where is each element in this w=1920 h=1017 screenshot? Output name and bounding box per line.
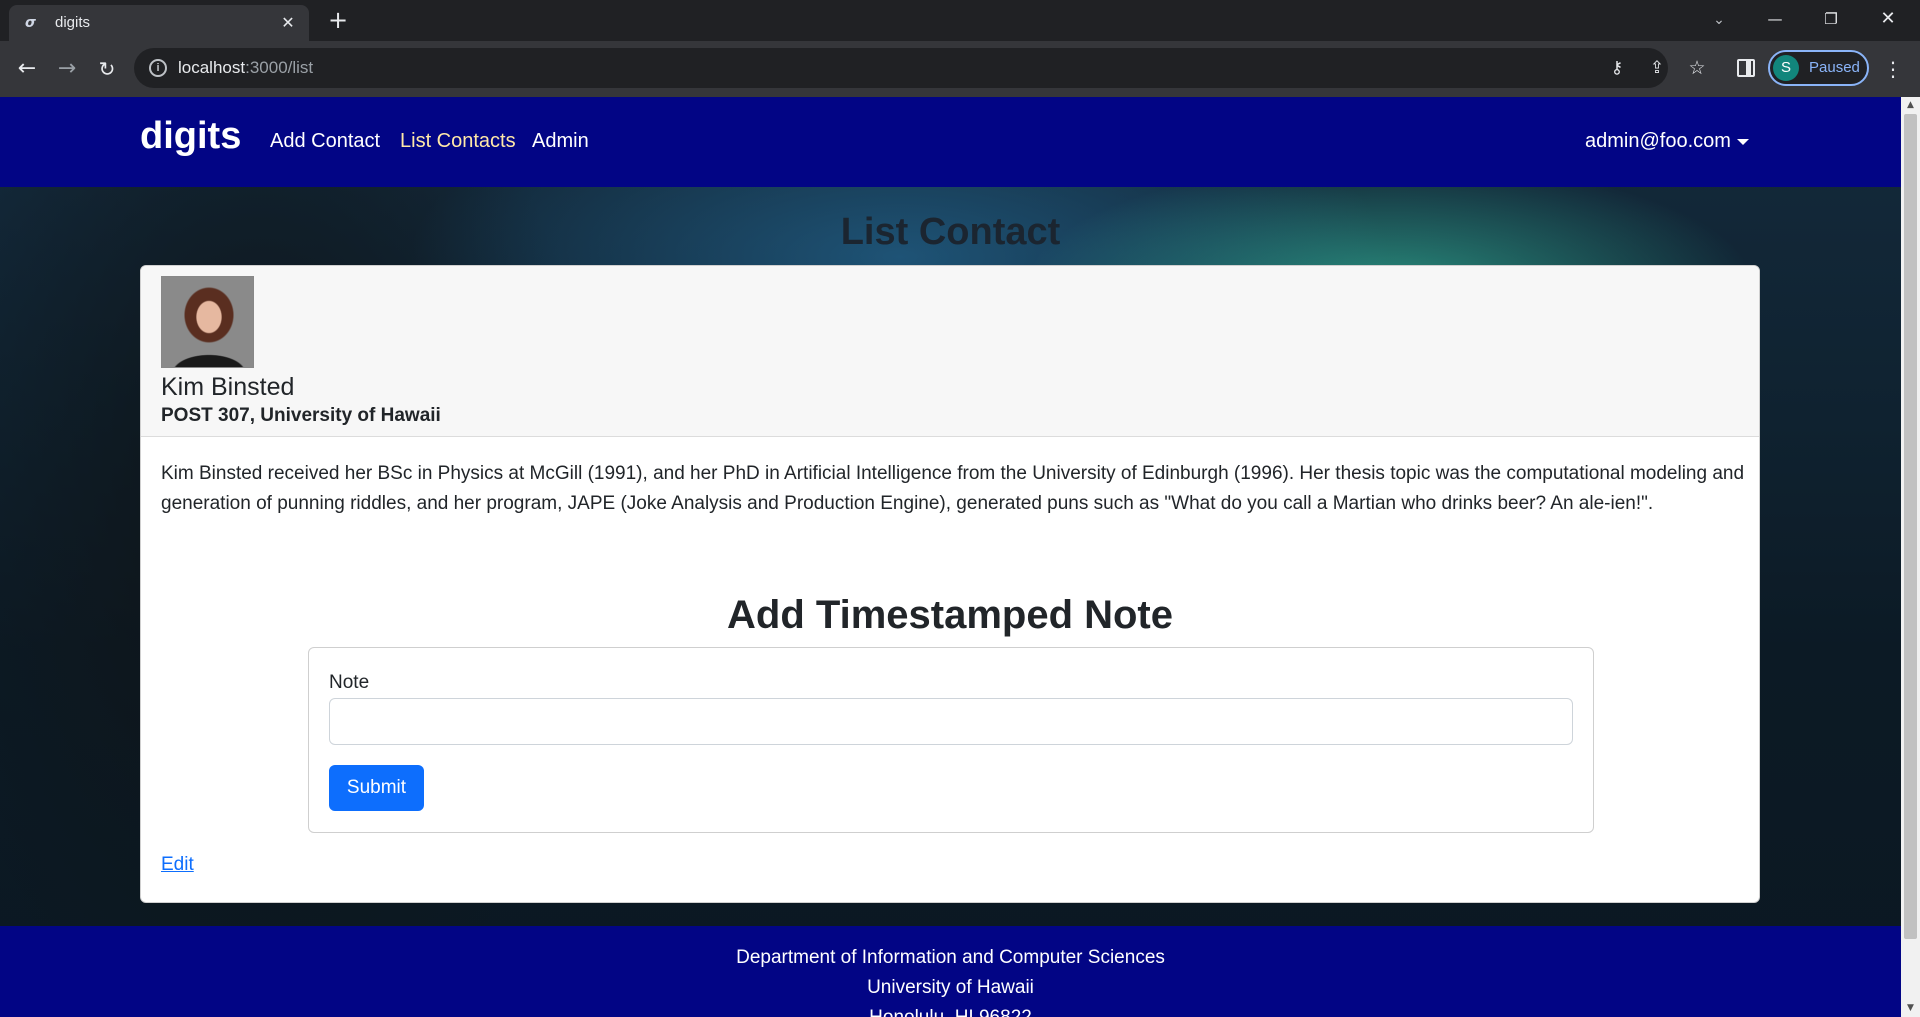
scrollbar-thumb[interactable] <box>1904 114 1917 939</box>
kebab-menu-icon[interactable]: ⋮ <box>1880 55 1906 83</box>
key-icon[interactable]: ⚷ <box>1605 57 1629 79</box>
contact-description: Kim Binsted received her BSc in Physics … <box>161 463 1745 514</box>
user-dropdown[interactable]: admin@foo.com <box>1585 129 1749 153</box>
plus-icon[interactable]: + <box>325 7 351 33</box>
share-icon[interactable]: ⇪ <box>1645 57 1669 79</box>
forward-arrow-icon[interactable]: → <box>53 55 81 83</box>
caret-down-icon <box>1736 138 1749 145</box>
browser-tab[interactable]: σ digits ✕ <box>9 5 309 41</box>
scroll-down-icon[interactable]: ▼ <box>1901 1000 1920 1017</box>
browser-toolbar: ← → ↻ i localhost:3000/list ⚷ ⇪ ☆ S Paus… <box>0 41 1920 97</box>
reload-icon[interactable]: ↻ <box>93 55 121 83</box>
submit-button[interactable]: Submit <box>329 765 424 811</box>
nav-add-contact[interactable]: Add Contact <box>270 129 380 153</box>
profile-button[interactable]: S Paused <box>1768 50 1869 86</box>
footer-university: University of Hawaii <box>867 977 1034 998</box>
side-panel-icon[interactable] <box>1737 59 1755 77</box>
brand-logo[interactable]: digits <box>140 113 241 159</box>
app-navbar: digits Add Contact List Contacts Admin a… <box>0 97 1901 187</box>
contact-card: Kim Binsted POST 307, University of Hawa… <box>140 265 1760 903</box>
back-arrow-icon[interactable]: ← <box>13 55 41 83</box>
note-form: Note Submit <box>308 647 1594 833</box>
page-title: List Contact <box>840 211 1061 253</box>
contact-photo <box>161 276 254 368</box>
tab-title: digits <box>55 14 91 31</box>
note-label: Note <box>329 672 370 693</box>
nav-list-contacts[interactable]: List Contacts <box>400 129 516 153</box>
chevron-down-icon[interactable]: ⌄ <box>1707 8 1731 32</box>
nav-admin[interactable]: Admin <box>532 129 589 153</box>
page-footer: Department of Information and Computer S… <box>0 926 1901 1017</box>
scroll-up-icon[interactable]: ▲ <box>1901 97 1920 114</box>
browser-tab-strip: σ digits ✕ + ⌄ — ❐ ✕ <box>0 0 1920 41</box>
close-icon[interactable]: ✕ <box>277 12 299 34</box>
contact-address: POST 307, University of Hawaii <box>161 405 441 426</box>
app-favicon-icon: σ <box>25 15 36 31</box>
user-email: admin@foo.com <box>1585 130 1731 152</box>
footer-department: Department of Information and Computer S… <box>736 947 1165 968</box>
minimize-window-icon[interactable]: — <box>1747 0 1803 38</box>
address-bar[interactable]: i localhost:3000/list ⚷ ⇪ ☆ <box>134 48 1706 88</box>
vertical-scrollbar[interactable]: ▲ ▼ <box>1901 97 1920 1017</box>
url-text[interactable]: localhost:3000/list <box>178 58 313 78</box>
star-icon[interactable]: ☆ <box>1685 57 1709 79</box>
card-header: Kim Binsted POST 307, University of Hawa… <box>141 266 1759 437</box>
profile-status: Paused <box>1809 59 1860 76</box>
page-viewport: digits Add Contact List Contacts Admin a… <box>0 97 1901 1017</box>
info-icon[interactable]: i <box>149 59 167 77</box>
contact-name: Kim Binsted <box>161 373 295 401</box>
footer-city: Honolulu, HI 96822 <box>0 1006 1901 1017</box>
restore-window-icon[interactable]: ❐ <box>1803 0 1859 38</box>
note-form-title: Add Timestamped Note <box>727 593 1173 637</box>
avatar: S <box>1773 55 1799 81</box>
note-input[interactable] <box>329 698 1573 745</box>
close-window-icon[interactable]: ✕ <box>1860 0 1916 38</box>
edit-link[interactable]: Edit <box>161 854 194 876</box>
